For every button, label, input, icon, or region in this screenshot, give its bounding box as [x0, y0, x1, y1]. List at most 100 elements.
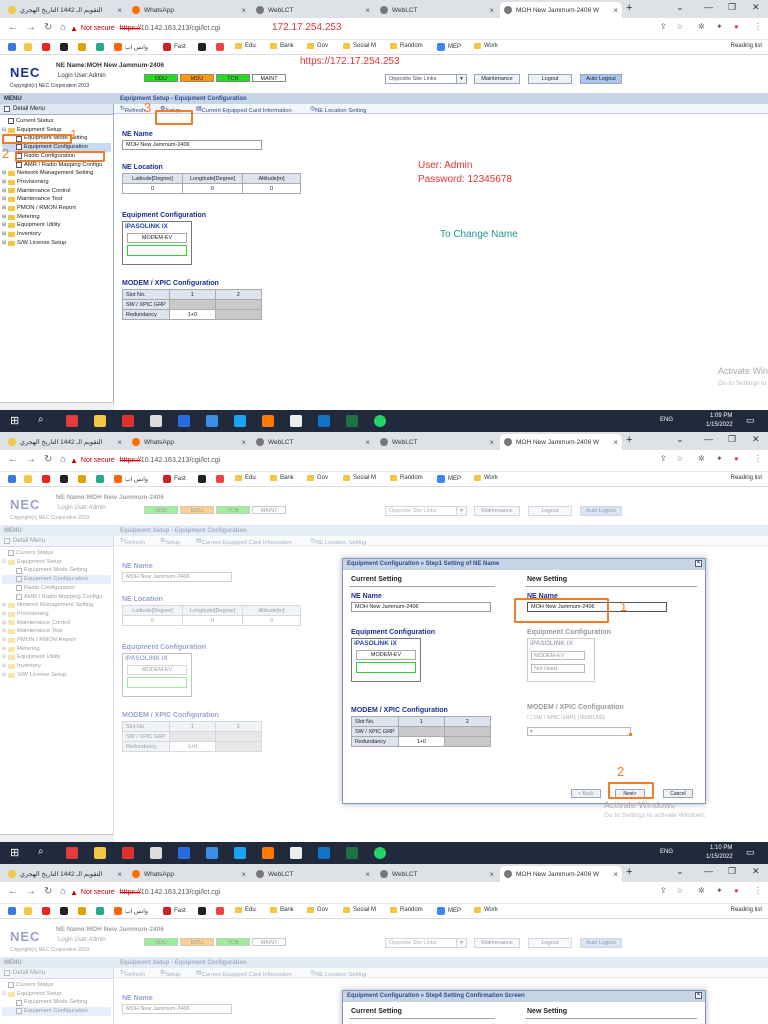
url-field[interactable]: ▲ Not secure https://10.142.163.213/cgi/…	[70, 21, 668, 36]
card-info-button[interactable]: ▤ Current Equipped Card Information	[196, 538, 292, 546]
new-tab-icon[interactable]: +	[626, 2, 632, 14]
bookmark-icon[interactable]	[198, 907, 209, 915]
tab-calendar[interactable]: التقويم الـ 1442 التاريخ الهجري ×	[4, 434, 126, 450]
apps-icon[interactable]	[8, 907, 19, 915]
tab-whatsapp[interactable]: WhatsApp ×	[128, 866, 250, 882]
maintenance-button[interactable]: Maintenance	[474, 506, 520, 516]
menu-item-sw-license[interactable]: ⊞ S/W License Setup	[2, 671, 111, 680]
back-icon[interactable]: ←	[8, 886, 18, 897]
bookmark-work[interactable]: Work	[474, 475, 498, 481]
bookmark-icon[interactable]	[60, 43, 71, 51]
new-tab-icon[interactable]: +	[626, 866, 632, 878]
app-icon[interactable]	[206, 415, 218, 427]
chrome-icon[interactable]	[66, 415, 78, 427]
app-icon[interactable]	[178, 847, 190, 859]
bookmark-edu[interactable]: Edu	[235, 43, 256, 49]
reload-icon[interactable]: ↻	[44, 22, 52, 33]
tab-moh-active[interactable]: MOH New Jammum-2406 W ×	[500, 434, 622, 450]
bookmark-if[interactable]	[24, 43, 35, 51]
reload-icon[interactable]: ↻	[44, 454, 52, 465]
tab-calendar[interactable]: التقويم الـ 1442 التاريخ الهجري ×	[4, 866, 126, 882]
bookmark-bank[interactable]: Bank	[270, 43, 294, 49]
menu-item-equipment-mode[interactable]: Equipment Mode Setting	[2, 566, 111, 575]
bookmark-whatsapp[interactable]: واتس اب	[114, 475, 148, 483]
youtube-icon[interactable]	[42, 475, 53, 483]
close-window-icon[interactable]: ✕	[752, 2, 760, 13]
restore-icon[interactable]: ❐	[728, 866, 736, 877]
modem-select[interactable]: MODEM-EV	[531, 651, 585, 660]
card-info-button[interactable]: ▤ Current Equipped Card Information	[196, 970, 292, 978]
ne-location-button[interactable]: ◎ NE Location Setting	[310, 106, 366, 114]
checkbox[interactable]	[4, 538, 10, 544]
chrome-icon[interactable]	[66, 847, 78, 859]
url-field[interactable]: ▲ Not secure https://10.142.163.213/cgi/…	[70, 885, 668, 900]
auto-logout-button[interactable]: Auto Logout	[580, 506, 622, 516]
avatar[interactable]: ●	[734, 886, 739, 895]
bookmark-gov[interactable]: Gov	[307, 907, 328, 913]
opposite-site-select[interactable]: Opposite Site Links	[385, 74, 467, 84]
menu-item-maintenance-test[interactable]: ⊞ Maintenance Test	[2, 627, 111, 636]
star-icon[interactable]: ☆	[676, 22, 683, 31]
opposite-site-select[interactable]: Opposite Site Links	[385, 506, 467, 516]
tab-weblct-1[interactable]: WebLCT ×	[252, 866, 374, 882]
app-icon[interactable]	[150, 847, 162, 859]
menu-item-equipment-setup[interactable]: ⊟ Equipment Setup	[2, 558, 111, 567]
refresh-button[interactable]: ↻ Refresh	[120, 106, 145, 114]
bookmark-if[interactable]	[24, 907, 35, 915]
bookmark-icon[interactable]	[198, 475, 209, 483]
youtube-icon[interactable]	[42, 907, 53, 915]
menu-item-maintenance-control[interactable]: ⊞ Maintenance Control	[2, 187, 111, 196]
bookmark-work[interactable]: Work	[474, 43, 498, 49]
menu-item-provisioning[interactable]: ⊞ Provisioning	[2, 178, 111, 187]
bookmark-social[interactable]: Social M	[343, 475, 376, 481]
scrollbar[interactable]	[0, 834, 114, 842]
youtube-icon[interactable]	[42, 43, 53, 51]
home-icon[interactable]: ⌂	[60, 454, 66, 465]
checkbox[interactable]	[4, 970, 10, 976]
extension-icon[interactable]: ✲	[698, 886, 705, 895]
menu-item-sw-license[interactable]: ⊞ S/W License Setup	[2, 239, 111, 248]
explorer-icon[interactable]	[94, 847, 106, 859]
bookmark-mep[interactable]: MEP	[437, 907, 461, 915]
bookmark-gov[interactable]: Gov	[307, 475, 328, 481]
star-icon[interactable]: ☆	[676, 454, 683, 463]
url-field[interactable]: ▲ Not secure https://10.142.163.213/cgi/…	[70, 453, 668, 468]
forward-icon[interactable]: →	[26, 22, 36, 33]
bookmark-icon[interactable]	[198, 43, 209, 51]
windows-start-icon[interactable]: ⊞	[10, 846, 19, 859]
kebab-menu-icon[interactable]: ⋮	[754, 22, 762, 31]
bookmark-icon[interactable]	[96, 475, 107, 483]
apps-icon[interactable]	[8, 43, 19, 51]
extension-icon[interactable]: ✲	[698, 454, 705, 463]
refresh-button[interactable]: ↻ Refresh	[120, 538, 145, 546]
bookmark-icon[interactable]	[78, 475, 89, 483]
forward-icon[interactable]: →	[26, 886, 36, 897]
tab-calendar[interactable]: التقويم الـ 1442 التاريخ الهجري ×	[4, 2, 126, 18]
close-icon[interactable]: ×	[241, 438, 246, 447]
bookmark-edu[interactable]: Edu	[235, 907, 256, 913]
bookmark-random[interactable]: Random	[390, 475, 423, 481]
app-icon[interactable]	[178, 415, 190, 427]
home-icon[interactable]: ⌂	[60, 22, 66, 33]
tab-weblct-1[interactable]: WebLCT ×	[252, 2, 374, 18]
close-icon[interactable]: ×	[117, 438, 122, 447]
minimize-icon[interactable]: —	[704, 2, 713, 12]
logout-button[interactable]: Logout	[528, 74, 572, 84]
detail-menu-toggle[interactable]: Detail Menu	[0, 536, 113, 547]
chevron-down-icon[interactable]: ▾	[456, 74, 467, 84]
tab-weblct-1[interactable]: WebLCT ×	[252, 434, 374, 450]
menu-item-network-management[interactable]: ⊞ Network Management Setting	[2, 601, 111, 610]
reading-list[interactable]: Reading list	[731, 907, 762, 913]
close-icon[interactable]: ×	[365, 438, 370, 447]
bookmark-gov[interactable]: Gov	[307, 43, 328, 49]
ne-location-button[interactable]: ◎ NE Location Setting	[310, 970, 366, 978]
reload-icon[interactable]: ↻	[44, 886, 52, 897]
back-icon[interactable]: ←	[8, 454, 18, 465]
menu-item-current-status[interactable]: Current Status	[2, 981, 111, 990]
minimize-icon[interactable]: —	[704, 434, 713, 444]
auto-logout-button[interactable]: Auto Logout	[580, 938, 622, 948]
apps-icon[interactable]	[8, 475, 19, 483]
logout-button[interactable]: Logout	[528, 938, 572, 948]
outlook-icon[interactable]	[318, 847, 330, 859]
menu-item-current-status[interactable]: Current Status	[2, 549, 111, 558]
